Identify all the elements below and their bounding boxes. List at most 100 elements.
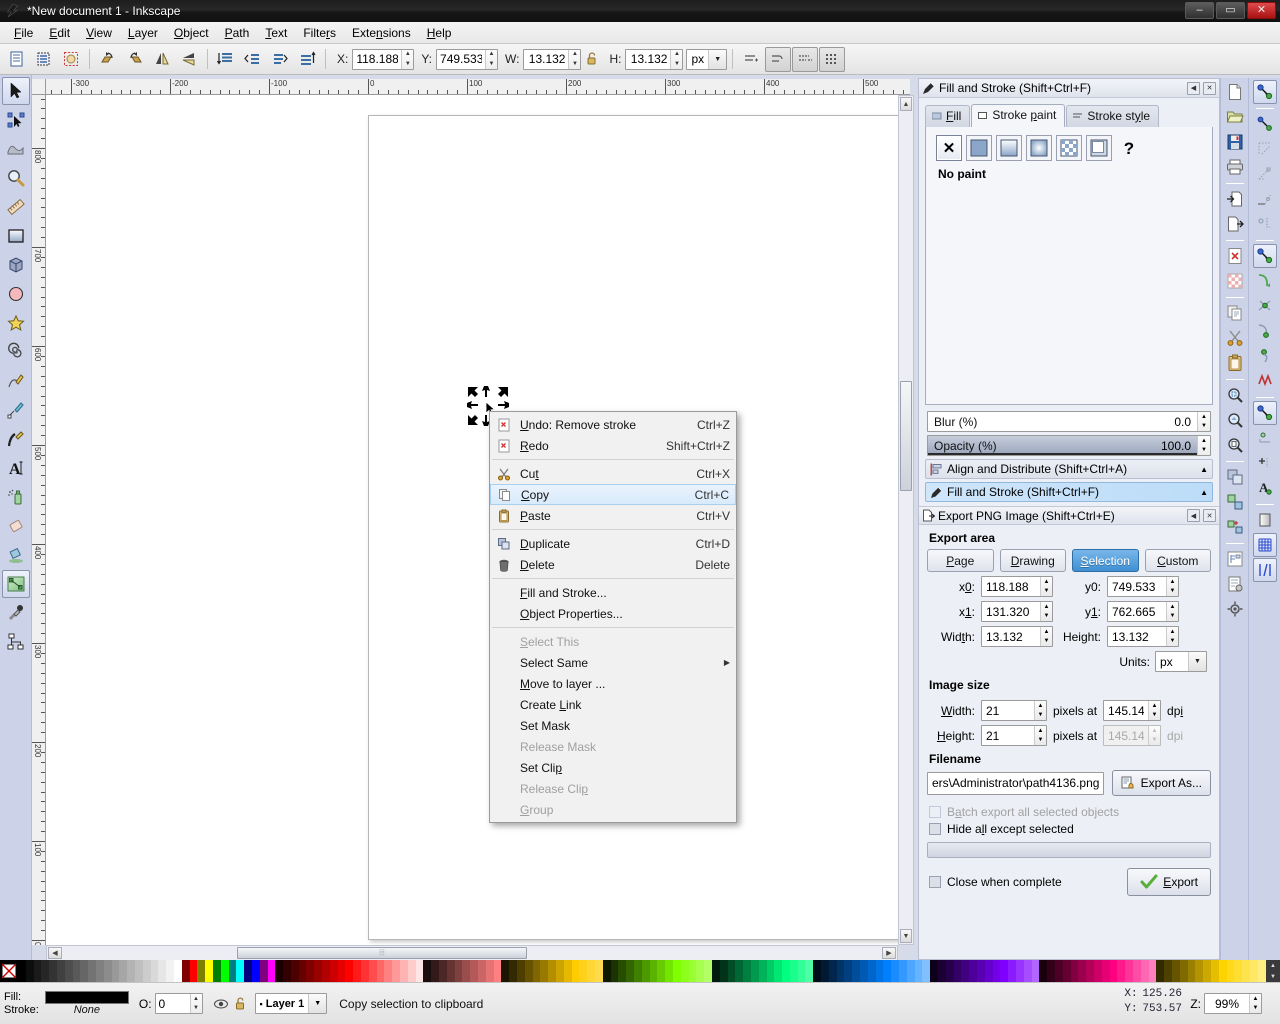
palette-color-swatch[interactable] bbox=[322, 960, 330, 982]
flip-horizontal-icon[interactable] bbox=[149, 47, 175, 72]
context-menu-item-cut[interactable]: Cut Ctrl+X bbox=[490, 463, 736, 484]
palette-color-swatch[interactable] bbox=[1249, 960, 1258, 982]
palette-color-swatch[interactable] bbox=[205, 960, 213, 982]
menu-file[interactable]: File bbox=[6, 24, 41, 42]
palette-color-swatch[interactable] bbox=[407, 960, 416, 982]
palette-color-swatch[interactable] bbox=[977, 960, 985, 982]
scroll-up-icon[interactable]: ▲ bbox=[900, 97, 912, 111]
palette-color-swatch[interactable] bbox=[587, 960, 595, 982]
snap-bbox-corners-icon[interactable] bbox=[1253, 162, 1277, 186]
horizontal-scroll-thumb[interactable]: ⦙⦙⦙ bbox=[237, 947, 527, 959]
context-menu-item-undo[interactable]: Undo: Remove stroke Ctrl+Z bbox=[490, 414, 736, 435]
palette-color-swatch[interactable] bbox=[805, 960, 814, 982]
batch-export-row[interactable]: Batch export all selected objects bbox=[919, 802, 1219, 819]
palette-color-swatch[interactable] bbox=[134, 960, 143, 982]
y0-spin-arrows[interactable]: ▲ ▼ bbox=[1166, 577, 1178, 596]
palette-color-swatch[interactable] bbox=[197, 960, 206, 982]
x0-spinner[interactable]: ▲▼ bbox=[981, 576, 1053, 597]
snap-to-paths-icon[interactable] bbox=[1253, 269, 1277, 293]
maximize-button[interactable]: ▭ bbox=[1216, 2, 1245, 19]
opacity-spinner[interactable]: ▲▼ bbox=[154, 993, 203, 1014]
palette-color-swatch[interactable] bbox=[18, 960, 26, 982]
palette-color-swatch[interactable] bbox=[1070, 960, 1079, 982]
palette-color-swatch[interactable] bbox=[423, 960, 432, 982]
context-menu-item-set-clip[interactable]: Set Clip bbox=[490, 757, 736, 778]
affect-rounded-corners-icon[interactable] bbox=[765, 46, 792, 72]
bezier-tool[interactable] bbox=[2, 396, 30, 424]
palette-color-swatch[interactable] bbox=[555, 960, 564, 982]
paintbucket-tool[interactable] bbox=[2, 541, 30, 569]
export-units-combo[interactable]: px ▼ bbox=[1155, 651, 1207, 672]
palette-color-swatch[interactable] bbox=[1016, 960, 1024, 982]
palette-color-swatch[interactable] bbox=[1132, 960, 1141, 982]
palette-color-swatch[interactable] bbox=[860, 960, 868, 982]
palette-color-swatch[interactable] bbox=[1062, 960, 1071, 982]
palette-color-swatch[interactable] bbox=[454, 960, 463, 982]
palette-color-swatch[interactable] bbox=[150, 960, 159, 982]
palette-color-swatch[interactable] bbox=[275, 960, 284, 982]
context-menu-item-set-mask[interactable]: Set Mask bbox=[490, 715, 736, 736]
palette-color-swatch[interactable] bbox=[1195, 960, 1204, 982]
chevron-down-icon[interactable]: ▼ bbox=[708, 49, 727, 69]
enable-snapping-icon[interactable] bbox=[1252, 80, 1277, 104]
context-menu-item-move-to-layer[interactable]: Move to layer ... bbox=[490, 673, 736, 694]
palette-color-swatch[interactable] bbox=[899, 960, 907, 982]
snap-grid-icon[interactable] bbox=[1252, 533, 1277, 557]
zoom-spin-arrows[interactable]: ▲ ▼ bbox=[1249, 994, 1261, 1013]
palette-color-swatch[interactable] bbox=[415, 960, 424, 982]
palette-color-swatch[interactable] bbox=[789, 960, 798, 982]
palette-color-swatch[interactable] bbox=[1000, 960, 1009, 982]
palette-color-swatch[interactable] bbox=[945, 960, 954, 982]
palette-color-swatch[interactable] bbox=[1101, 960, 1110, 982]
palette-color-swatch[interactable] bbox=[532, 960, 541, 982]
palette-color-swatch[interactable] bbox=[735, 960, 744, 982]
rotate-90-cw-icon[interactable] bbox=[122, 47, 148, 72]
palette-color-swatch[interactable] bbox=[610, 960, 619, 982]
palette-color-swatch[interactable] bbox=[743, 960, 751, 982]
palette-color-swatch[interactable] bbox=[852, 960, 861, 982]
palette-color-swatch[interactable] bbox=[384, 960, 393, 982]
measure-tool[interactable] bbox=[2, 193, 30, 221]
zoom-selection-icon[interactable] bbox=[1223, 383, 1247, 407]
palette-color-swatch[interactable] bbox=[844, 960, 853, 982]
lock-open-icon[interactable] bbox=[582, 47, 602, 72]
collapse-icon[interactable]: ◀ bbox=[1187, 81, 1200, 95]
palette-color-swatch[interactable] bbox=[80, 960, 89, 982]
ungroup-objects-icon[interactable] bbox=[1223, 515, 1247, 539]
palette-color-swatch[interactable] bbox=[548, 960, 556, 982]
image-width-spinner[interactable]: ▲▼ bbox=[981, 700, 1047, 721]
zoom-tool[interactable] bbox=[2, 164, 30, 192]
palette-color-swatch[interactable] bbox=[711, 960, 720, 982]
color-palette[interactable]: ▲ ▼ bbox=[0, 960, 1280, 982]
palette-color-swatch[interactable] bbox=[1140, 960, 1149, 982]
palette-color-swatch[interactable] bbox=[930, 960, 939, 982]
palette-color-swatch[interactable] bbox=[1117, 960, 1126, 982]
export-area-selection-button[interactable]: Selection bbox=[1072, 549, 1139, 572]
deselect-icon[interactable] bbox=[58, 47, 84, 72]
palette-color-swatch[interactable] bbox=[657, 960, 666, 982]
palette-color-swatch[interactable] bbox=[88, 960, 96, 982]
swatch-button[interactable] bbox=[1086, 135, 1112, 161]
snap-object-centers-icon[interactable] bbox=[1253, 426, 1277, 450]
palette-color-swatch[interactable] bbox=[579, 960, 588, 982]
snap-bbox-edge-midpoints-icon[interactable] bbox=[1253, 187, 1277, 211]
export-area-page-button[interactable]: Page bbox=[927, 549, 994, 572]
3dbox-tool[interactable] bbox=[2, 251, 30, 279]
x-spin-arrows[interactable]: ▲ ▼ bbox=[401, 49, 414, 69]
palette-color-swatch[interactable] bbox=[563, 960, 572, 982]
context-menu-item-paste[interactable]: Paste Ctrl+V bbox=[490, 505, 736, 526]
palette-color-swatch[interactable] bbox=[727, 960, 736, 982]
palette-color-swatch[interactable] bbox=[166, 960, 174, 982]
tab-stroke-style[interactable]: Stroke style bbox=[1066, 105, 1160, 127]
group-objects-icon[interactable] bbox=[1223, 490, 1247, 514]
palette-color-swatch[interactable] bbox=[969, 960, 978, 982]
palette-color-swatch[interactable] bbox=[251, 960, 260, 982]
snap-text-baselines-icon[interactable]: A bbox=[1253, 476, 1277, 500]
palette-color-swatch[interactable] bbox=[922, 960, 931, 982]
context-menu-item-copy[interactable]: Copy Ctrl+C bbox=[490, 484, 736, 505]
palette-color-swatch[interactable] bbox=[49, 960, 57, 982]
export-area-custom-button[interactable]: Custom bbox=[1144, 549, 1211, 572]
radial-gradient-button[interactable] bbox=[1026, 135, 1052, 161]
palette-color-swatch[interactable] bbox=[813, 960, 822, 982]
image-width-spin-arrows[interactable]: ▲ ▼ bbox=[1034, 701, 1046, 720]
